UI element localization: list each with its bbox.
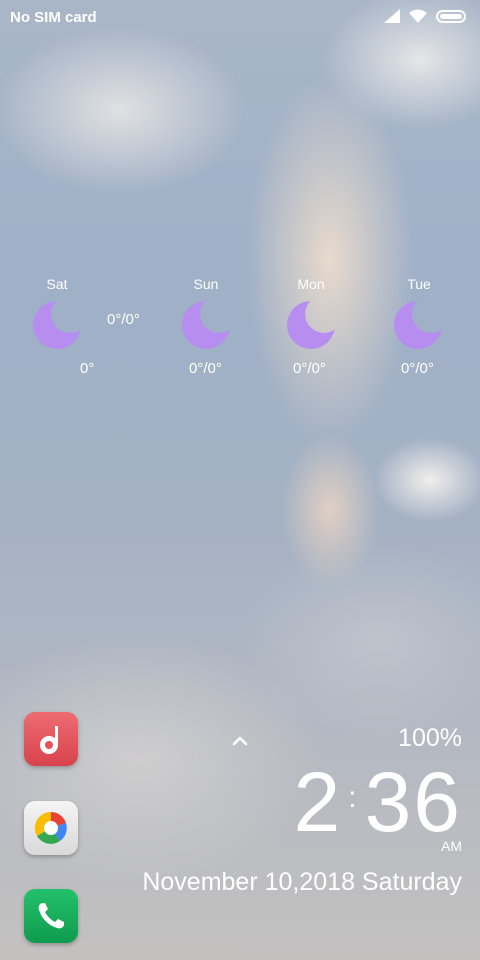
moon-icon [394,301,442,349]
weather-temp: 0°/0° [189,360,222,377]
browser-app-button[interactable] [24,801,78,855]
weather-temp: 0°/0° [401,360,434,377]
moon-icon [287,301,335,349]
wifi-icon [409,9,427,23]
chevron-up-icon[interactable] [232,734,248,746]
ampm-label: AM [441,838,462,854]
weather-temp: 0°/0° [293,360,326,377]
weather-day-label: Sun [193,276,219,292]
music-app-button[interactable] [24,712,78,766]
phone-app-button[interactable] [24,889,78,943]
weather-day-label: Tue [407,276,431,292]
status-icons [384,9,466,23]
phone-icon [38,903,64,929]
weather-day-label: Mon [297,276,325,292]
battery-percent: 100% [398,724,462,752]
browser-icon [34,811,67,844]
weather-day-label: Sat [46,276,68,292]
clock: 2 : 36 [294,752,463,852]
battery-icon [436,9,466,23]
music-note-icon [40,726,58,754]
moon-icon [33,301,81,349]
clock-minutes: 36 [364,755,462,849]
carrier-label: No SIM card [10,9,97,26]
clock-colon: : [348,781,359,814]
weather-temp: 0° [80,360,95,377]
date-label: November 10,2018 Saturday [142,868,462,896]
moon-icon [182,301,230,349]
clock-hour: 2 [293,755,343,849]
weather-temp-range: 0°/0° [107,311,140,328]
signal-icon [384,9,400,23]
